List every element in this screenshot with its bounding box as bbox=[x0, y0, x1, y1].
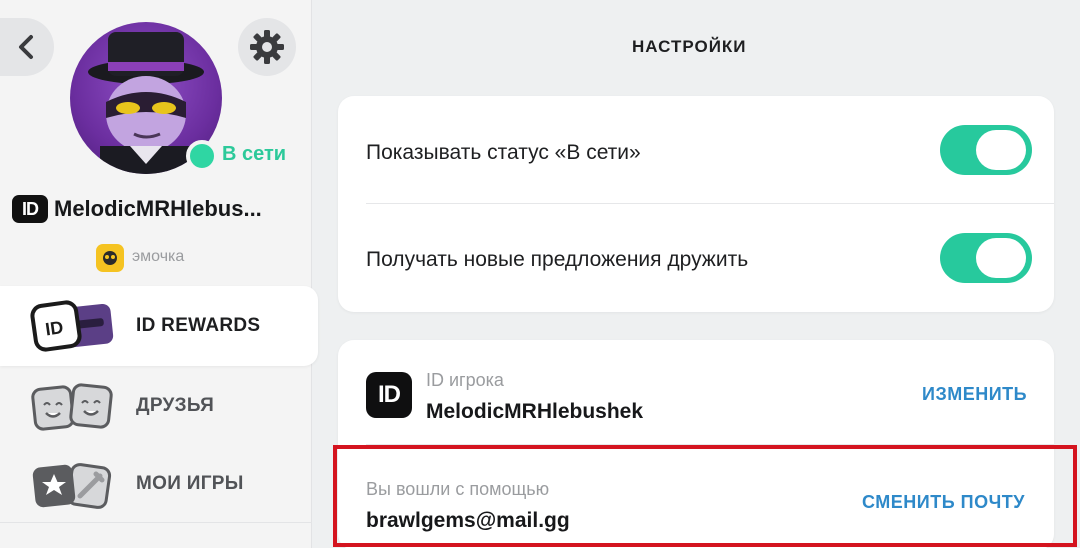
gear-icon bbox=[250, 30, 284, 64]
id-rewards-icon: ID bbox=[30, 298, 116, 356]
id-badge-icon: ID bbox=[366, 372, 412, 418]
player-id-value: MelodicMRHlebushek bbox=[426, 400, 644, 423]
club-name: эмочка bbox=[132, 248, 185, 265]
settings-button[interactable] bbox=[238, 18, 296, 76]
id-badge-icon: ID bbox=[12, 195, 48, 223]
toggle-knob bbox=[976, 238, 1026, 278]
svg-text:ID: ID bbox=[44, 317, 65, 339]
player-id-caption: ID игрока bbox=[426, 370, 504, 390]
username: MelodicMRHlebus... bbox=[54, 196, 262, 221]
friends-icon bbox=[30, 378, 116, 436]
nav-label-friends: ДРУЗЬЯ bbox=[136, 395, 215, 416]
friend-requests-toggle[interactable] bbox=[940, 233, 1032, 283]
online-status-dot bbox=[186, 140, 218, 172]
divider bbox=[0, 522, 312, 523]
nav-item-my-games[interactable]: МОИ ИГРЫ bbox=[0, 444, 312, 524]
my-games-icon bbox=[30, 456, 116, 514]
friend-requests-label: Получать новые предложения дружить bbox=[366, 248, 749, 271]
show-online-status-toggle[interactable] bbox=[940, 125, 1032, 175]
nav-label-my-games: МОИ ИГРЫ bbox=[136, 473, 244, 494]
online-status-text: В сети bbox=[222, 143, 287, 165]
chevron-left-icon bbox=[19, 35, 33, 59]
nav-label-id-rewards: ID REWARDS bbox=[136, 315, 261, 336]
show-online-status-label: Показывать статус «В сети» bbox=[366, 141, 641, 164]
club-icon bbox=[96, 244, 124, 272]
page-title: НАСТРОЙКИ bbox=[632, 37, 747, 56]
toggle-knob bbox=[976, 130, 1026, 170]
change-id-button[interactable]: ИЗМЕНИТЬ bbox=[922, 384, 1027, 405]
nav-item-friends[interactable]: ДРУЗЬЯ bbox=[0, 366, 312, 446]
divider bbox=[366, 203, 1054, 204]
highlight-box bbox=[333, 445, 1077, 547]
back-button[interactable] bbox=[0, 18, 54, 76]
privacy-settings-card: Показывать статус «В сети» Получать новы… bbox=[338, 96, 1054, 312]
sidebar: В сети ID MelodicMRHlebus... эмочка ID I… bbox=[0, 0, 318, 548]
nav-item-id-rewards[interactable]: ID ID REWARDS bbox=[0, 286, 318, 366]
